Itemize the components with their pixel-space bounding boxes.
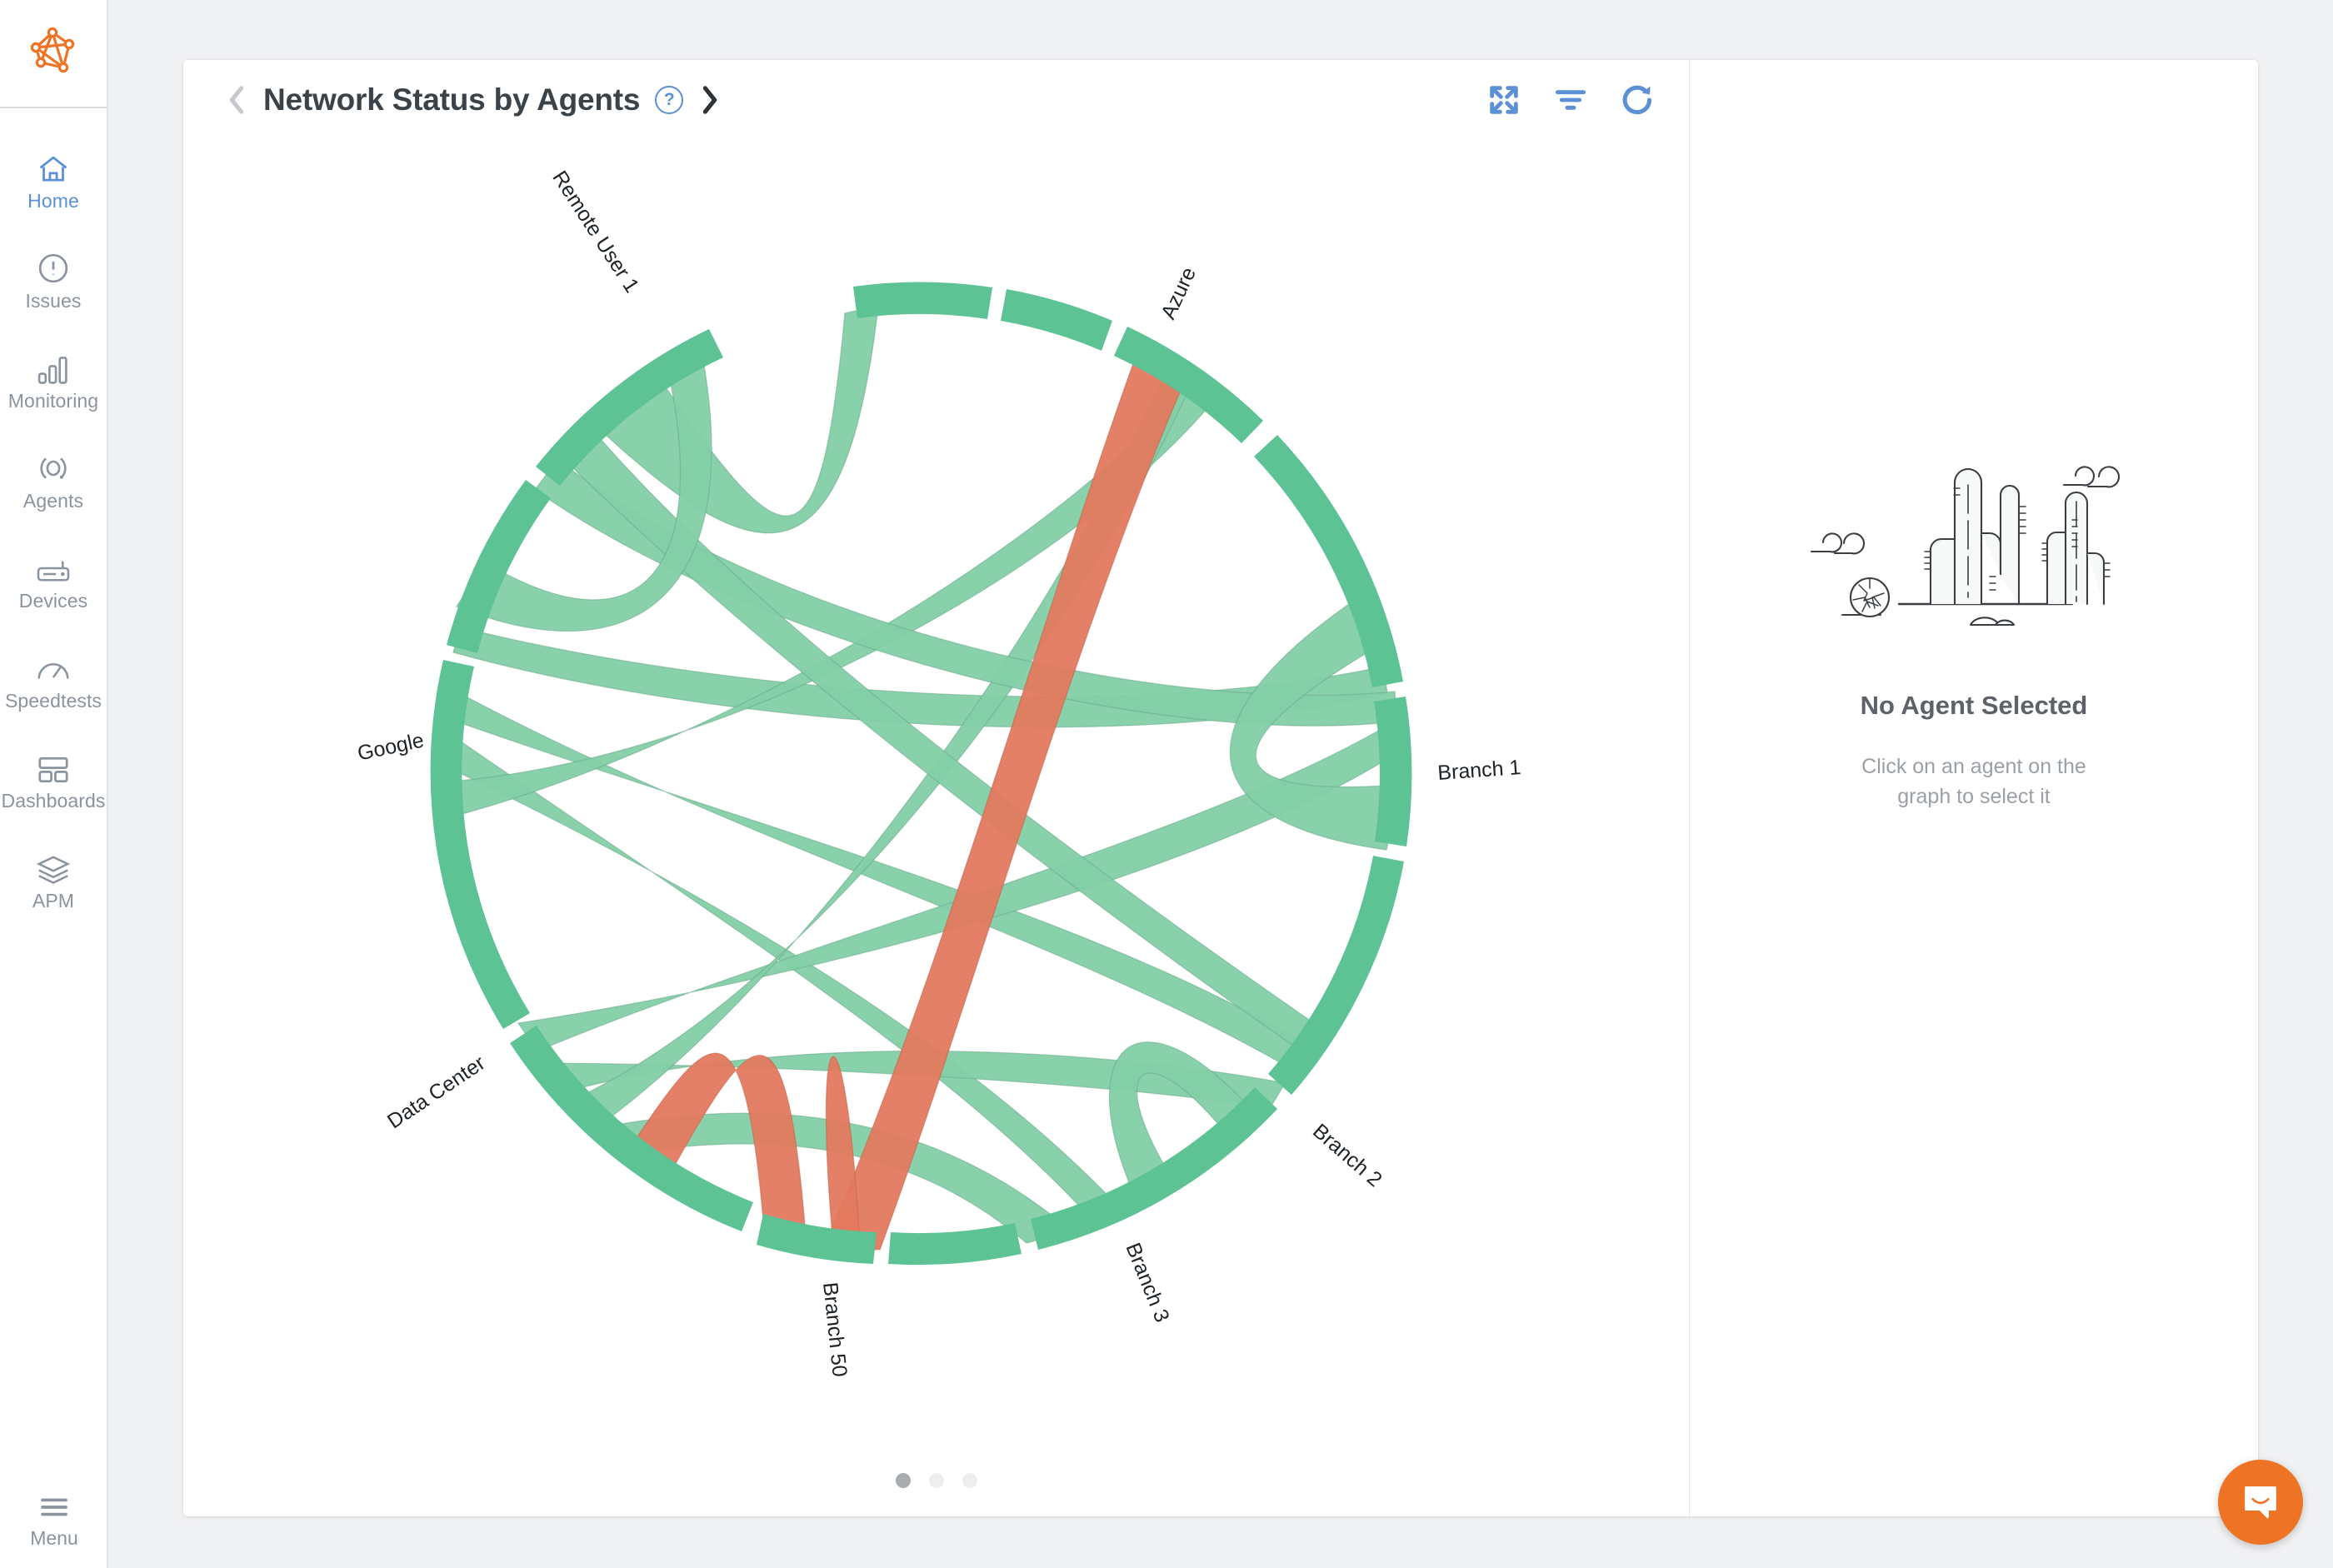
desert-cactus-illustration <box>1807 452 2141 647</box>
chart-panel: Network Status by Agents ? Remote User 1… <box>183 60 1690 1516</box>
widget-card: Network Status by Agents ? Remote User 1… <box>183 60 2258 1516</box>
sidebar-item-label: Agents <box>22 490 84 512</box>
sidebar-item-label: Monitoring <box>7 390 99 412</box>
next-widget-button[interactable] <box>692 82 728 118</box>
chord-label-branch1: Branch 1 <box>1436 756 1521 785</box>
gauge-icon <box>36 649 71 684</box>
sidebar-item-devices[interactable]: Devices <box>0 530 107 630</box>
sidebar: Home Issues Monitoring Agents Devices Sp… <box>0 0 108 1568</box>
arc-azure-b[interactable] <box>1000 289 1112 351</box>
pagination-dot-3[interactable] <box>962 1473 977 1488</box>
chord-label-datacenter: Data Center <box>382 1051 488 1134</box>
sidebar-item-issues[interactable]: Issues <box>0 230 107 330</box>
expand-button[interactable] <box>1486 82 1522 118</box>
dashboard-grid-icon <box>37 749 70 784</box>
filter-icon <box>1555 90 1586 110</box>
network-graph-logo-icon <box>30 27 75 73</box>
sidebar-item-apm[interactable]: APM <box>0 830 107 930</box>
chord-label-branch50: Branch 50 <box>818 1281 852 1378</box>
card-toolbar <box>1486 82 1656 118</box>
alert-circle-icon <box>37 249 69 284</box>
empty-state-title: No Agent Selected <box>1860 691 2088 720</box>
chord-label-google: Google <box>355 728 426 765</box>
expand-icon <box>1490 86 1518 114</box>
empty-state: No Agent Selected Click on an agent on t… <box>1690 60 2258 1516</box>
chat-launcher-button[interactable] <box>2218 1460 2303 1545</box>
sidebar-item-label: Speedtests <box>4 690 102 712</box>
app-root: Home Issues Monitoring Agents Devices Sp… <box>0 0 2333 1568</box>
prev-widget-button[interactable] <box>218 82 255 118</box>
arc-branch1-b[interactable] <box>1373 697 1411 846</box>
sidebar-item-home[interactable]: Home <box>0 130 107 230</box>
arc-remoteuser1-b[interactable] <box>852 282 992 319</box>
sidebar-nav: Home Issues Monitoring Agents Devices Sp… <box>0 108 107 930</box>
empty-state-subtitle: Click on an agent on the graph to select… <box>1861 755 2086 808</box>
hamburger-icon <box>38 1484 70 1519</box>
bar-chart-icon <box>37 349 70 384</box>
sidebar-item-label: Dashboards <box>1 790 106 811</box>
router-icon <box>36 549 71 584</box>
chevron-left-icon <box>229 86 244 114</box>
pagination-dots <box>183 1473 1689 1488</box>
detail-panel: No Agent Selected Click on an agent on t… <box>1690 60 2258 1516</box>
pagination-dot-1[interactable] <box>895 1473 911 1488</box>
chord-root: Remote User 1 Azure Branch 1 Branch 2 Br… <box>355 167 1521 1378</box>
agent-orbit-icon <box>37 449 70 484</box>
pagination-dot-2[interactable] <box>928 1473 944 1488</box>
sidebar-item-agents[interactable]: Agents <box>0 430 107 530</box>
help-icon[interactable]: ? <box>655 86 684 114</box>
chord-label-remoteuser1: Remote User 1 <box>547 167 643 297</box>
arc-branch50[interactable] <box>887 1223 1022 1266</box>
chord-label-azure: Azure <box>1157 264 1201 323</box>
layers-icon <box>36 849 71 884</box>
sidebar-item-label: Devices <box>18 590 88 612</box>
chevron-right-icon <box>703 86 717 114</box>
arc-branch2[interactable] <box>1267 856 1404 1095</box>
sidebar-item-label: Home <box>27 190 79 212</box>
page-title: Network Status by Agents <box>263 82 641 117</box>
chord-label-branch3: Branch 3 <box>1121 1240 1173 1326</box>
chat-bubble-icon <box>2245 1486 2276 1519</box>
refresh-button[interactable] <box>1619 82 1656 118</box>
sidebar-item-menu[interactable]: Menu <box>0 1484 108 1550</box>
app-logo[interactable] <box>0 0 107 108</box>
sidebar-item-label: APM <box>32 890 75 911</box>
main-content: Network Status by Agents ? Remote User 1… <box>108 0 2333 1568</box>
card-header: Network Status by Agents ? <box>183 60 1689 140</box>
home-icon <box>37 149 70 184</box>
refresh-icon <box>1622 85 1652 115</box>
chord-diagram-svg[interactable]: Remote User 1 Azure Branch 1 Branch 2 Br… <box>287 140 1586 1406</box>
chord-label-branch2: Branch 2 <box>1308 1119 1386 1191</box>
sidebar-item-label: Menu <box>30 1527 78 1549</box>
sidebar-item-dashboards[interactable]: Dashboards <box>0 730 107 830</box>
chord-chart[interactable]: Remote User 1 Azure Branch 1 Branch 2 Br… <box>183 140 1689 1516</box>
filter-button[interactable] <box>1552 82 1589 118</box>
sidebar-item-speedtests[interactable]: Speedtests <box>0 630 107 730</box>
sidebar-item-monitoring[interactable]: Monitoring <box>0 330 107 430</box>
sidebar-item-label: Issues <box>25 290 82 312</box>
